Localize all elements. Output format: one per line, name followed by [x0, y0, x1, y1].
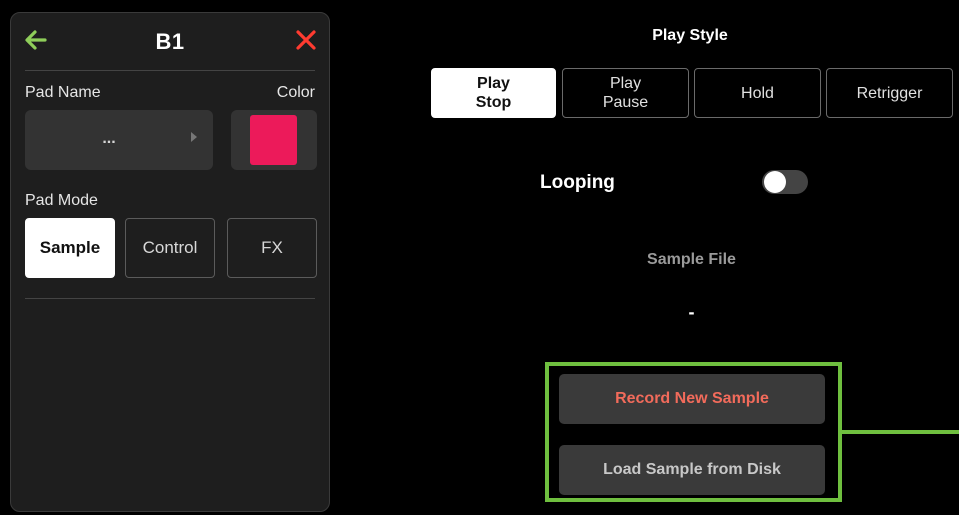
- pad-mode-sample-button[interactable]: Sample: [25, 218, 115, 278]
- play-style-play-pause-button[interactable]: Play Pause: [562, 68, 689, 118]
- pad-mode-fx-button[interactable]: FX: [227, 218, 317, 278]
- color-label: Color: [276, 84, 315, 101]
- sample-file-label: Sample File: [647, 251, 736, 268]
- pad-settings-screen: B1 Pad Name Color ... Pad Mode Sample Co…: [0, 0, 959, 515]
- pad-mode-label: Pad Mode: [25, 192, 98, 209]
- looping-toggle[interactable]: [762, 170, 808, 194]
- color-picker[interactable]: [231, 110, 317, 170]
- sample-file-value: -: [688, 302, 695, 322]
- header-divider: [25, 70, 315, 71]
- play-style-title: Play Style: [652, 27, 728, 44]
- play-style-play-stop-button[interactable]: Play Stop: [431, 68, 556, 118]
- pad-name-label: Pad Name: [25, 84, 101, 101]
- looping-label: Looping: [540, 172, 615, 193]
- pad-name-field[interactable]: ...: [25, 110, 213, 170]
- highlight-callout-line: [842, 430, 959, 434]
- play-style-hold-button[interactable]: Hold: [694, 68, 821, 118]
- pad-name-value: ...: [102, 130, 116, 147]
- close-icon[interactable]: [293, 27, 319, 53]
- play-style-retrigger-button[interactable]: Retrigger: [826, 68, 953, 118]
- load-sample-from-disk-button[interactable]: Load Sample from Disk: [559, 445, 825, 495]
- pad-editor-panel: B1 Pad Name Color ... Pad Mode Sample Co…: [10, 12, 330, 512]
- chevron-right-icon: [191, 132, 197, 142]
- toggle-knob: [764, 171, 786, 193]
- pad-mode-control-button[interactable]: Control: [125, 218, 215, 278]
- panel-header: B1: [11, 13, 329, 71]
- play-stop-label: Play Stop: [475, 75, 512, 111]
- play-pause-label: Play Pause: [602, 75, 649, 111]
- record-new-sample-button[interactable]: Record New Sample: [559, 374, 825, 424]
- pad-title: B1: [155, 29, 185, 54]
- mode-divider: [25, 298, 315, 299]
- color-swatch: [250, 115, 297, 165]
